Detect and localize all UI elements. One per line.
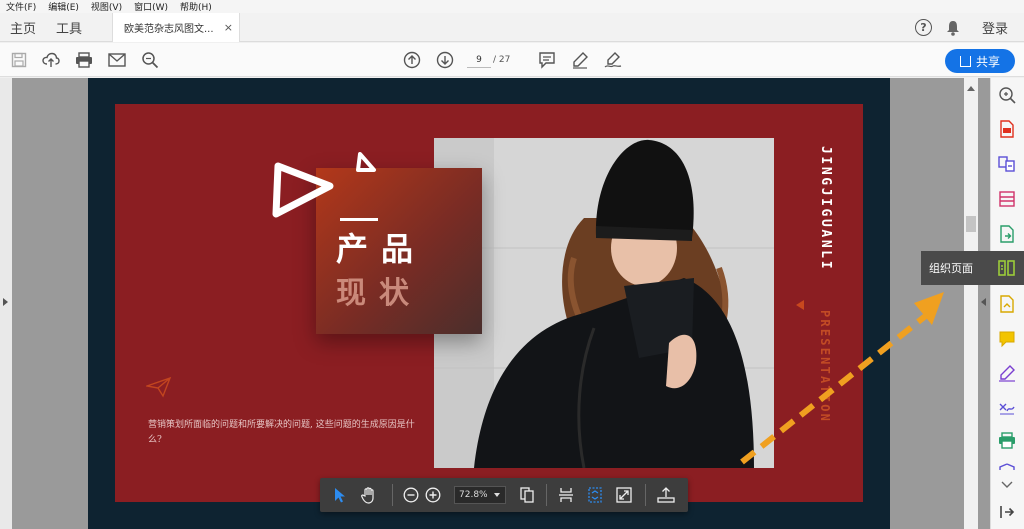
save-icon[interactable]	[10, 51, 28, 69]
fill-sign-icon[interactable]	[998, 364, 1016, 382]
slide-title-line1: 产品	[336, 230, 427, 268]
highlight-pen-icon[interactable]	[571, 51, 589, 69]
menu-help[interactable]: 帮助(H)	[180, 0, 212, 13]
vertical-title-text: JINGJIGUANLI	[818, 146, 833, 272]
toolbar-separator	[645, 484, 646, 506]
scroll-up-icon[interactable]	[967, 86, 975, 91]
upload-cloud-icon[interactable]	[42, 51, 60, 69]
expand-left-panel-icon[interactable]	[3, 298, 8, 306]
print-production-icon[interactable]	[998, 432, 1016, 450]
page-number-input[interactable]: 9	[467, 52, 491, 68]
zoom-out-icon[interactable]	[402, 486, 420, 504]
menu-edit[interactable]: 编辑(E)	[48, 0, 79, 13]
share-label: 共享	[975, 54, 1000, 69]
email-icon[interactable]	[108, 51, 126, 69]
create-pdf-icon[interactable]	[998, 120, 1016, 138]
decorative-triangles-icon	[272, 152, 376, 218]
paper-plane-icon	[146, 376, 172, 398]
chevron-down-icon	[494, 493, 500, 497]
help-icon[interactable]: ?	[914, 19, 932, 36]
slide-photo	[434, 138, 774, 468]
export-pdf-rail-icon[interactable]	[998, 225, 1016, 243]
request-esign-icon[interactable]	[998, 295, 1016, 313]
send-signature-icon[interactable]	[998, 398, 1016, 416]
organize-pages-icon[interactable]	[998, 259, 1016, 277]
tooltip-label: 组织页面	[929, 262, 973, 275]
select-cursor-icon[interactable]	[331, 486, 349, 504]
tab-bar: 主页 工具 欧美范杂志风图文... × ? 登录	[0, 13, 1024, 42]
page-display-icon[interactable]	[518, 486, 536, 504]
export-pdf-icon[interactable]	[657, 486, 675, 504]
vertical-scrollbar[interactable]	[964, 78, 978, 529]
scrollbar-thumb[interactable]	[966, 216, 976, 232]
slide-title-line2: 现状	[336, 276, 422, 311]
comment-icon[interactable]	[538, 51, 556, 69]
chevron-down-icon[interactable]	[998, 476, 1016, 494]
zoom-in-icon[interactable]	[424, 486, 442, 504]
edit-pdf-icon[interactable]	[998, 190, 1016, 208]
tab-document-label: 欧美范杂志风图文...	[124, 24, 214, 35]
print-icon[interactable]	[75, 51, 93, 69]
toolbar-separator	[392, 484, 393, 506]
vertical-subtitle-text: PRESENTATION	[818, 310, 832, 424]
enhance-scan-icon[interactable]	[998, 86, 1016, 104]
slide-body-text: 营销策划所面临的问题和所要解决的问题, 这些问题的生成原因是什么?	[148, 420, 415, 445]
header-actions: ? 登录	[914, 13, 1024, 42]
menu-view[interactable]: 视图(V)	[91, 0, 122, 13]
sign-icon[interactable]	[604, 51, 622, 69]
main-toolbar: 9 / 27 共享	[0, 43, 1024, 77]
page-total: / 27	[493, 55, 511, 65]
collapse-right-panel-icon[interactable]	[981, 298, 986, 306]
fullscreen-icon[interactable]	[615, 486, 633, 504]
toolbar-separator	[546, 484, 547, 506]
close-icon[interactable]: ×	[224, 21, 233, 34]
tab-tools[interactable]: 工具	[46, 18, 92, 37]
bell-icon[interactable]	[946, 20, 960, 36]
hand-tool-icon[interactable]	[360, 486, 378, 504]
page-up-icon[interactable]	[403, 51, 421, 69]
comment-rail-icon[interactable]	[998, 330, 1016, 348]
menu-window[interactable]: 窗口(W)	[134, 0, 168, 13]
fit-page-icon[interactable]	[586, 486, 604, 504]
combine-files-icon[interactable]	[998, 155, 1016, 173]
menu-file[interactable]: 文件(F)	[6, 0, 36, 13]
menu-bar: 文件(F) 编辑(E) 视图(V) 窗口(W) 帮助(H)	[0, 0, 1024, 13]
tab-home[interactable]: 主页	[0, 18, 46, 37]
fit-width-icon[interactable]	[557, 486, 575, 504]
login-link[interactable]: 登录	[982, 18, 1008, 37]
decorative-triangle-icon	[796, 300, 804, 310]
share-icon	[959, 55, 971, 67]
share-button[interactable]: 共享	[945, 49, 1015, 73]
collapse-pane-icon[interactable]	[998, 503, 1016, 521]
tab-document[interactable]: 欧美范杂志风图文... ×	[112, 13, 240, 42]
search-icon[interactable]	[141, 51, 159, 69]
page-down-icon[interactable]	[436, 51, 454, 69]
